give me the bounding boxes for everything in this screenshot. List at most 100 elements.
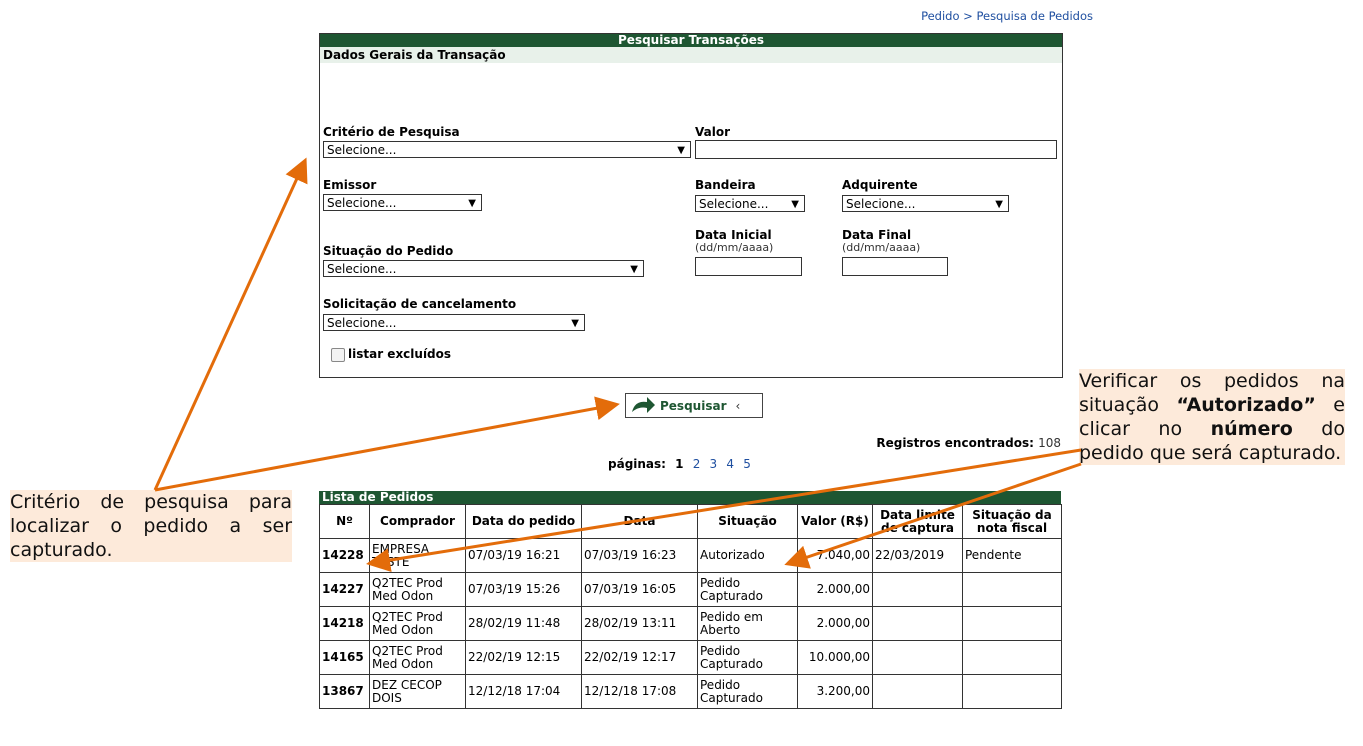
- column-header: Nº: [319, 504, 370, 539]
- search-button[interactable]: Pesquisar ‹: [625, 393, 763, 418]
- table-cell: [872, 572, 963, 607]
- registros-count: Registros encontrados: 108: [876, 436, 1061, 450]
- column-header: Situação da nota fiscal: [962, 504, 1062, 539]
- emissor-select[interactable]: Selecione... ▼: [323, 194, 482, 211]
- listar-excluidos-label: listar excluídos: [348, 347, 452, 361]
- data-final-input[interactable]: [842, 257, 948, 276]
- table-cell: [962, 674, 1062, 709]
- page-link-1[interactable]: 1: [675, 457, 683, 471]
- table-row: 14228 EMPRESA TESTE 07/03/19 16:21 07/03…: [319, 538, 1062, 573]
- form-title: Pesquisar Transações: [320, 34, 1062, 47]
- table-cell: DEZ CECOP DOIS: [369, 674, 466, 709]
- chevron-down-icon: ▼: [468, 198, 476, 209]
- annotation-right-numero: número: [1210, 418, 1293, 440]
- valor-input[interactable]: [695, 140, 1057, 159]
- data-inicial-label: Data Inicial: [695, 228, 772, 242]
- table-cell: Q2TEC Prod Med Odon: [369, 572, 466, 607]
- table-row: 14218 Q2TEC Prod Med Odon 28/02/19 11:48…: [319, 606, 1062, 641]
- criterio-select-value: Selecione...: [327, 143, 397, 157]
- orders-table: Nº Comprador Data do pedido Data Situaçã…: [319, 504, 1062, 709]
- table-cell: 22/02/19 12:15: [465, 640, 582, 675]
- table-row: 13867 DEZ CECOP DOIS 12/12/18 17:04 12/1…: [319, 674, 1062, 709]
- order-number-link[interactable]: 13867: [319, 674, 370, 709]
- chevron-down-icon: ▼: [995, 199, 1003, 210]
- table-cell: 07/03/19 15:26: [465, 572, 582, 607]
- cancelamento-select-value: Selecione...: [327, 316, 397, 330]
- cancelamento-label: Solicitação de cancelamento: [323, 297, 517, 311]
- page-link-3[interactable]: 3: [710, 457, 718, 471]
- bandeira-select[interactable]: Selecione... ▼: [695, 195, 805, 212]
- curved-arrow-icon: [626, 395, 660, 417]
- table-cell: 7.040,00: [797, 538, 873, 573]
- chevron-down-icon: ▼: [571, 318, 579, 329]
- table-cell: [872, 640, 963, 675]
- pagination-label: páginas:: [608, 457, 666, 471]
- adquirente-select[interactable]: Selecione... ▼: [842, 195, 1009, 212]
- table-cell: [872, 606, 963, 641]
- order-number-link[interactable]: 14228: [319, 538, 370, 573]
- orders-list: Lista de Pedidos Nº Comprador Data do pe…: [319, 491, 1062, 709]
- annotation-right-autorizado: “Autorizado”: [1176, 394, 1316, 416]
- data-inicial-input[interactable]: [695, 257, 802, 276]
- table-cell: Q2TEC Prod Med Odon: [369, 606, 466, 641]
- breadcrumb-separator: >: [959, 9, 977, 23]
- order-number-link[interactable]: 14218: [319, 606, 370, 641]
- table-row: 14165 Q2TEC Prod Med Odon 22/02/19 12:15…: [319, 640, 1062, 675]
- data-inicial-hint: (dd/mm/aaaa): [695, 241, 774, 254]
- column-header: Situação: [697, 504, 798, 539]
- table-cell: 2.000,00: [797, 572, 873, 607]
- situacao-select-value: Selecione...: [327, 262, 397, 276]
- valor-label: Valor: [695, 125, 731, 139]
- bandeira-select-value: Selecione...: [699, 197, 769, 211]
- criterio-select[interactable]: Selecione... ▼: [323, 141, 691, 158]
- page-link-5[interactable]: 5: [743, 457, 751, 471]
- cancelamento-select[interactable]: Selecione... ▼: [323, 314, 585, 331]
- listar-excluidos-checkbox[interactable]: [331, 348, 345, 362]
- table-cell: 12/12/18 17:04: [465, 674, 582, 709]
- bandeira-label: Bandeira: [695, 178, 756, 192]
- criterio-label: Critério de Pesquisa: [323, 125, 460, 139]
- emissor-label: Emissor: [323, 178, 377, 192]
- arrow-to-search-button: [154, 396, 620, 492]
- table-cell: 22/02/19 12:17: [581, 640, 698, 675]
- table-cell: EMPRESA TESTE: [369, 538, 466, 573]
- annotation-right: Verificar os pedidos na situação “Autori…: [1079, 369, 1345, 465]
- table-cell: Pendente: [962, 538, 1062, 573]
- order-number-link[interactable]: 14165: [319, 640, 370, 675]
- page-link-4[interactable]: 4: [726, 457, 734, 471]
- arrow-to-criterio: [153, 157, 308, 491]
- breadcrumb-current[interactable]: Pesquisa de Pedidos: [976, 9, 1093, 23]
- table-cell: 07/03/19 16:21: [465, 538, 582, 573]
- table-cell: Pedido Capturado: [697, 674, 798, 709]
- breadcrumb-pedido-link[interactable]: Pedido: [921, 9, 959, 23]
- column-header: Data do pedido: [465, 504, 582, 539]
- form-section-title: Dados Gerais da Transação: [320, 47, 1062, 63]
- table-cell: Pedido em Aberto: [697, 606, 798, 641]
- chevron-down-icon: ▼: [677, 145, 685, 156]
- adquirente-label: Adquirente: [842, 178, 918, 192]
- chevron-down-icon: ▼: [791, 199, 799, 210]
- situacao-select[interactable]: Selecione... ▼: [323, 260, 644, 277]
- table-cell: Pedido Capturado: [697, 572, 798, 607]
- adquirente-select-value: Selecione...: [846, 197, 916, 211]
- data-final-hint: (dd/mm/aaaa): [842, 241, 921, 254]
- page-link-2[interactable]: 2: [693, 457, 701, 471]
- table-cell: 3.200,00: [797, 674, 873, 709]
- table-cell: 22/03/2019: [872, 538, 963, 573]
- table-cell: 12/12/18 17:08: [581, 674, 698, 709]
- chevron-left-icon: ‹: [735, 398, 741, 413]
- column-header: Valor (R$): [797, 504, 873, 539]
- order-number-link[interactable]: 14227: [319, 572, 370, 607]
- registros-label: Registros encontrados:: [876, 436, 1034, 450]
- table-row: 14227 Q2TEC Prod Med Odon 07/03/19 15:26…: [319, 572, 1062, 607]
- annotation-left: Critério de pesquisa para localizar o pe…: [10, 490, 292, 562]
- registros-value: 108: [1038, 436, 1061, 450]
- table-cell: 28/02/19 11:48: [465, 606, 582, 641]
- table-cell: [962, 606, 1062, 641]
- table-cell: 07/03/19 16:23: [581, 538, 698, 573]
- breadcrumb: Pedido > Pesquisa de Pedidos: [921, 9, 1093, 23]
- table-header-row: Nº Comprador Data do pedido Data Situaçã…: [319, 504, 1062, 539]
- pagination: páginas: 1 2 3 4 5: [608, 457, 751, 471]
- chevron-down-icon: ▼: [630, 264, 638, 275]
- table-cell: 28/02/19 13:11: [581, 606, 698, 641]
